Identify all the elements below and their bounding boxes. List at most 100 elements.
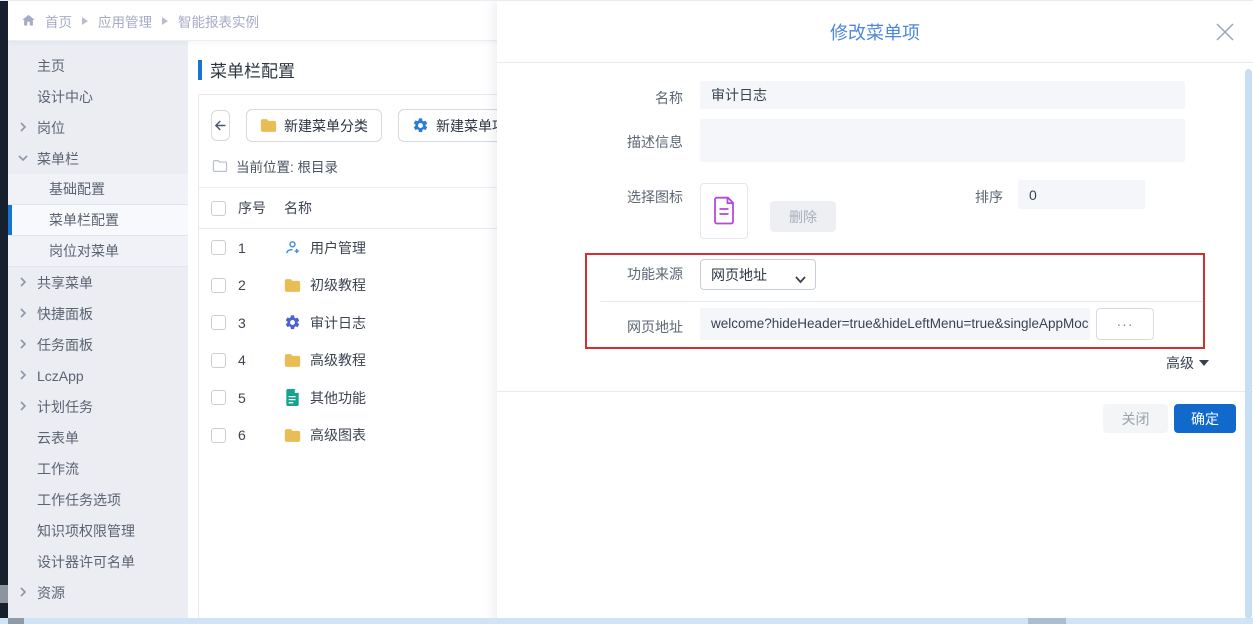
col-header-index: 序号	[238, 198, 284, 218]
breadcrumb-item-report-instance[interactable]: 智能报表实例	[178, 11, 259, 31]
folder-icon	[284, 427, 301, 444]
new-menu-item-button[interactable]: 新建菜单项	[398, 109, 497, 142]
choose-icon-label: 选择图标	[497, 187, 683, 207]
table-row[interactable]: 5 其他功能	[199, 379, 497, 417]
table-row[interactable]: 1 用户管理	[199, 229, 497, 267]
web-url-input[interactable]: welcome?hideHeader=true&hideLeftMenu=tru…	[700, 308, 1090, 340]
sidebar-item-task-panel[interactable]: 任务面板	[8, 329, 188, 360]
sidebar-item-workflow[interactable]: 工作流	[8, 453, 188, 484]
description-label: 描述信息	[497, 132, 683, 152]
breadcrumb-item-home[interactable]: 首页	[45, 11, 72, 31]
back-button[interactable]	[211, 110, 230, 141]
title-accent-bar	[198, 60, 202, 80]
chevron-right-icon	[17, 306, 31, 320]
chevron-right-icon	[17, 275, 31, 289]
sidebar-item-design-center[interactable]: 设计中心	[8, 81, 188, 112]
triangle-down-icon	[1199, 360, 1209, 366]
web-url-label: 网页地址	[497, 317, 683, 337]
sidebar-item-basic-config[interactable]: 基础配置	[8, 174, 188, 205]
sidebar-item-cloud-form[interactable]: 云表单	[8, 422, 188, 453]
chevron-right-icon	[17, 120, 31, 134]
sidebar-item-scheduled-tasks[interactable]: 计划任务	[8, 391, 188, 422]
horizontal-scrollbar[interactable]	[0, 618, 1253, 624]
breadcrumb: 首页 应用管理 智能报表实例	[8, 1, 497, 41]
sort-input[interactable]	[1018, 180, 1145, 209]
current-location-text: 当前位置: 根目录	[236, 156, 338, 176]
confirm-button[interactable]: 确定	[1174, 404, 1236, 433]
breadcrumb-separator-icon	[162, 17, 168, 25]
gear-plus-icon	[412, 117, 429, 134]
dialog-header: 修改菜单项	[497, 1, 1253, 63]
row-checkbox[interactable]	[211, 278, 226, 293]
edit-menu-item-dialog: 修改菜单项 名称 描述信息 选择图标 删除 排序 功能来源 网页地址	[497, 1, 1253, 624]
horizontal-scrollbar-corner	[8, 618, 24, 624]
table-row[interactable]: 4 高级教程	[199, 342, 497, 380]
sidebar-item-menubar[interactable]: 菜单栏	[8, 143, 188, 174]
delete-icon-button[interactable]: 删除	[770, 201, 836, 232]
document-icon	[711, 196, 737, 226]
name-input[interactable]	[700, 81, 1185, 109]
sidebar-item-resources[interactable]: 资源	[8, 577, 188, 608]
horizontal-scrollbar-thumb[interactable]	[1028, 618, 1066, 624]
vertical-scrollbar[interactable]	[1245, 69, 1252, 619]
sort-label: 排序	[948, 187, 1003, 207]
sidebar-item-lczapp[interactable]: LczApp	[8, 360, 188, 391]
breadcrumb-item-app-management[interactable]: 应用管理	[98, 11, 152, 31]
sidebar-item-home[interactable]: 主页	[8, 50, 188, 81]
row-checkbox[interactable]	[211, 390, 226, 405]
arrow-left-icon	[212, 117, 229, 134]
row-checkbox[interactable]	[211, 353, 226, 368]
home-icon[interactable]	[21, 13, 36, 28]
sidebar: 主页 设计中心 岗位 菜单栏 基础配置 菜单栏配置 岗位对菜单 共享菜单 快捷面…	[8, 41, 188, 624]
advanced-toggle[interactable]: 高级	[1166, 353, 1209, 373]
table-row[interactable]: 3 审计日志	[199, 304, 497, 342]
panel-title-text: 菜单栏配置	[210, 57, 295, 82]
select-all-checkbox[interactable]	[211, 201, 226, 216]
row-checkbox[interactable]	[211, 240, 226, 255]
footer-divider	[497, 391, 1253, 392]
folder-outline-icon	[212, 159, 228, 173]
row-checkbox[interactable]	[211, 428, 226, 443]
user-icon	[284, 239, 301, 256]
menubar-config-panel: 菜单栏配置 新建菜单分类 新建菜单项 当前位置: 根目录	[188, 41, 497, 624]
sidebar-item-knowledge-permission[interactable]: 知识项权限管理	[8, 515, 188, 546]
name-label: 名称	[497, 88, 683, 108]
sidebar-item-shared-menu[interactable]: 共享菜单	[8, 267, 188, 298]
table-row[interactable]: 2 初级教程	[199, 267, 497, 305]
close-button[interactable]: 关闭	[1103, 404, 1168, 433]
description-input[interactable]	[700, 119, 1185, 162]
close-icon[interactable]	[1213, 20, 1237, 44]
sidebar-item-post-to-menu[interactable]: 岗位对菜单	[8, 236, 188, 267]
breadcrumb-separator-icon	[82, 17, 88, 25]
chosen-icon-box[interactable]	[700, 183, 748, 239]
folder-icon	[284, 277, 301, 294]
collapsed-nav-strip	[0, 1, 8, 624]
chevron-right-icon	[17, 368, 31, 382]
current-location-row: 当前位置: 根目录	[199, 152, 497, 188]
folder-icon	[260, 118, 277, 133]
chevron-down-icon	[17, 151, 31, 165]
chevron-right-icon	[17, 399, 31, 413]
table-row[interactable]: 6 高级图表	[199, 417, 497, 455]
sidebar-item-quick-panel[interactable]: 快捷面板	[8, 298, 188, 329]
field-divider	[600, 301, 1203, 302]
panel-title: 菜单栏配置	[198, 57, 497, 82]
row-checkbox[interactable]	[211, 315, 226, 330]
left-scrollbar-thumb[interactable]	[0, 585, 8, 603]
dialog-title: 修改菜单项	[830, 19, 920, 45]
sidebar-item-menubar-config[interactable]: 菜单栏配置	[8, 205, 188, 236]
panel-box: 新建菜单分类 新建菜单项 当前位置: 根目录 序号 名称 1 用户管理	[198, 94, 497, 620]
more-button[interactable]: ···	[1096, 308, 1154, 340]
new-menu-category-button[interactable]: 新建菜单分类	[246, 109, 382, 142]
chevron-down-icon	[795, 271, 806, 287]
gear-icon	[284, 314, 301, 331]
chevron-right-icon	[17, 337, 31, 351]
sidebar-item-designer-whitelist[interactable]: 设计器许可名单	[8, 546, 188, 577]
function-source-value: 网页地址	[711, 265, 767, 285]
toolbar: 新建菜单分类 新建菜单项	[199, 95, 497, 152]
folder-icon	[284, 352, 301, 369]
function-source-select[interactable]: 网页地址	[700, 259, 816, 290]
sidebar-item-work-task-options[interactable]: 工作任务选项	[8, 484, 188, 515]
sidebar-item-post[interactable]: 岗位	[8, 112, 188, 143]
table-header: 序号 名称	[199, 188, 497, 229]
